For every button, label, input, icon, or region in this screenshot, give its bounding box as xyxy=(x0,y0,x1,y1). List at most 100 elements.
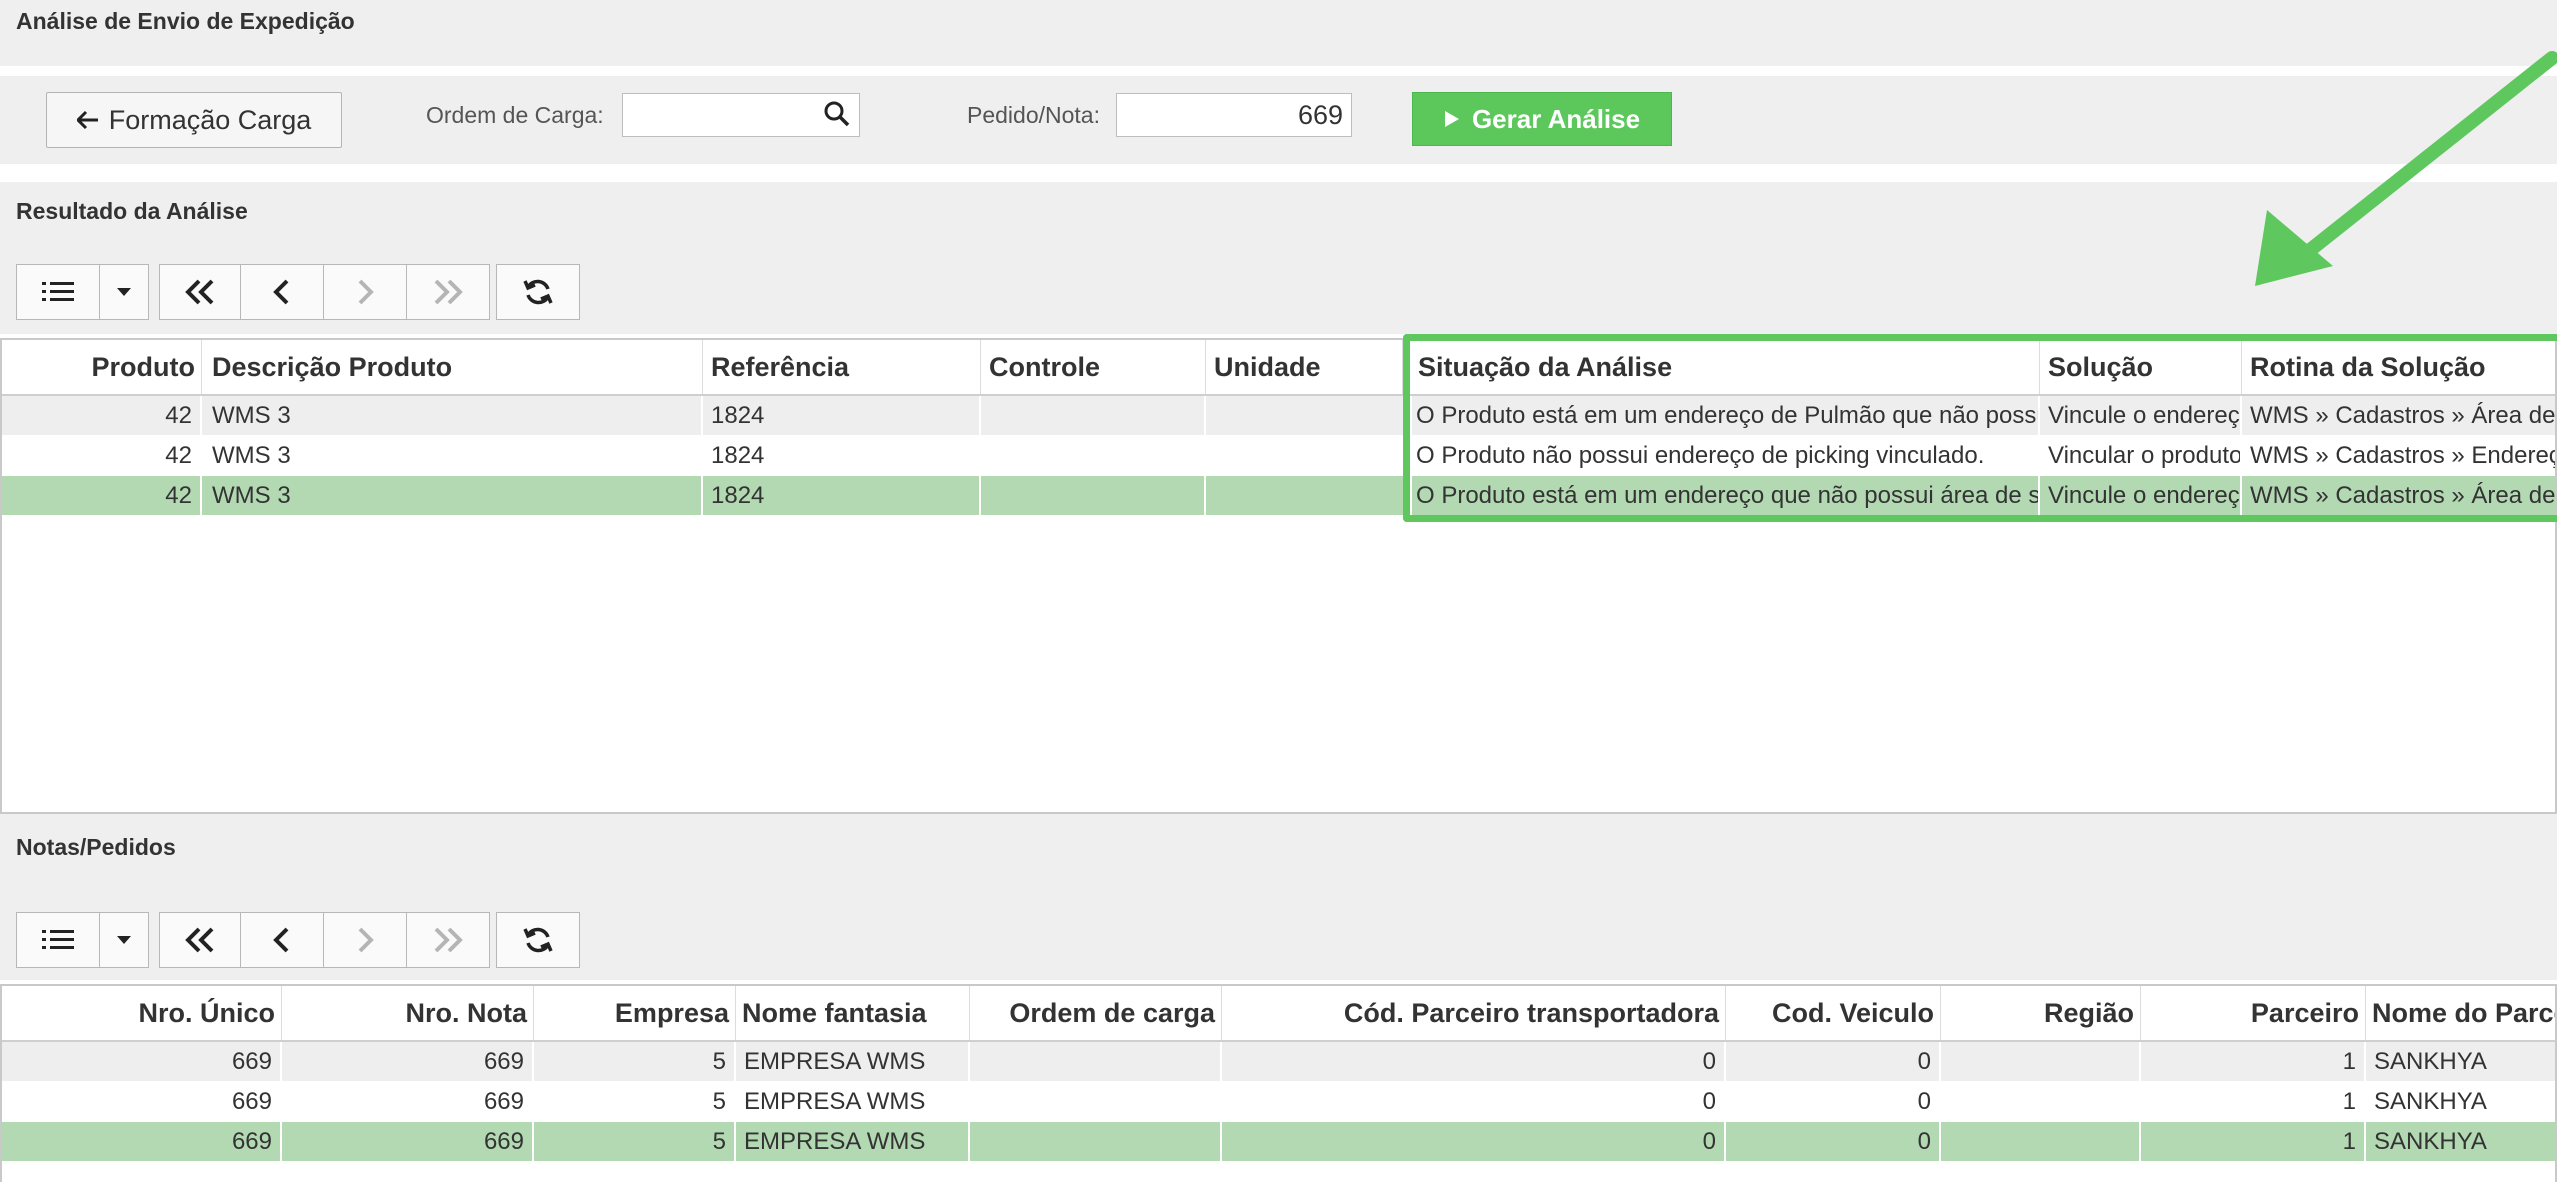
cell-unidade xyxy=(1206,476,1412,515)
col-header-rotina[interactable]: Rotina da Solução xyxy=(2242,340,2555,394)
next-page-button[interactable] xyxy=(323,264,407,320)
column-list-button[interactable] xyxy=(16,264,100,320)
first-page-icon xyxy=(185,927,214,953)
first-page-button[interactable] xyxy=(159,264,241,320)
col-header-empresa[interactable]: Empresa xyxy=(534,986,736,1040)
col-header-nome-fantasia[interactable]: Nome fantasia xyxy=(736,986,970,1040)
cell-cod-parceiro-transp: 0 xyxy=(1222,1082,1726,1121)
cell-cod-parceiro-transp: 0 xyxy=(1222,1042,1726,1081)
col-header-descricao[interactable]: Descrição Produto xyxy=(202,340,703,394)
cell-nro-unico: 669 xyxy=(2,1122,282,1161)
col-header-regiao[interactable]: Região xyxy=(1941,986,2141,1040)
caret-down-icon xyxy=(117,288,131,296)
search-icon[interactable] xyxy=(823,100,851,128)
previous-page-icon xyxy=(273,279,289,305)
last-page-icon xyxy=(434,927,463,953)
cell-nome-fantasia: EMPRESA WMS xyxy=(736,1122,970,1161)
col-header-situacao[interactable]: Situação da Análise xyxy=(1412,340,2040,394)
col-header-nro-unico[interactable]: Nro. Único xyxy=(2,986,282,1040)
orders-section-title: Notas/Pedidos xyxy=(16,834,176,860)
cell-empresa: 5 xyxy=(534,1122,736,1161)
cell-parceiro: 1 xyxy=(2141,1122,2366,1161)
cell-ordem-carga xyxy=(970,1122,1222,1161)
cell-controle xyxy=(981,396,1206,435)
list-icon xyxy=(42,282,74,301)
col-header-parceiro[interactable]: Parceiro xyxy=(2141,986,2366,1040)
table-row[interactable]: 42 WMS 3 1824 O Produto não possui ender… xyxy=(2,436,2555,475)
cell-nro-unico: 669 xyxy=(2,1042,282,1081)
pedido-nota-value: 669 xyxy=(1297,100,1343,130)
cell-solucao: Vincular o produto xyxy=(2040,436,2242,475)
column-list-dropdown[interactable] xyxy=(99,912,149,968)
refresh-button[interactable] xyxy=(496,912,580,968)
filter-bar: Formação Carga Ordem de Carga: Pedido/No… xyxy=(0,76,2557,164)
cell-regiao xyxy=(1941,1122,2141,1161)
ordem-carga-input[interactable] xyxy=(622,93,860,137)
column-list-button[interactable] xyxy=(16,912,100,968)
cell-cod-veiculo: 0 xyxy=(1726,1122,1941,1161)
cell-rotina: WMS » Cadastros » Área de xyxy=(2242,396,2555,435)
cell-situacao: O Produto está em um endereço de Pulmão … xyxy=(1412,396,2040,435)
col-header-cod-parceiro-transp[interactable]: Cód. Parceiro transportadora xyxy=(1222,986,1726,1040)
cell-controle xyxy=(981,476,1206,515)
table-row[interactable]: 42 WMS 3 1824 O Produto está em um ender… xyxy=(2,396,2555,435)
column-list-dropdown[interactable] xyxy=(99,264,149,320)
col-header-nome-parceiro[interactable]: Nome do Parceiro xyxy=(2366,986,2555,1040)
table-row-selected[interactable]: 42 WMS 3 1824 O Produto está em um ender… xyxy=(2,476,2555,515)
cell-rotina: WMS » Cadastros » Área de xyxy=(2242,476,2555,515)
cell-controle xyxy=(981,436,1206,475)
cell-empresa: 5 xyxy=(534,1082,736,1121)
cell-unidade xyxy=(1206,396,1412,435)
previous-page-button[interactable] xyxy=(240,264,324,320)
cell-descricao: WMS 3 xyxy=(202,476,703,515)
play-icon xyxy=(1444,111,1459,127)
list-icon xyxy=(42,930,74,949)
first-page-button[interactable] xyxy=(159,912,241,968)
cell-ordem-carga xyxy=(970,1082,1222,1121)
col-header-unidade[interactable]: Unidade xyxy=(1206,340,1403,394)
cell-nro-nota: 669 xyxy=(282,1042,534,1081)
pedido-nota-input[interactable]: 669 xyxy=(1116,93,1352,137)
last-page-button[interactable] xyxy=(406,912,490,968)
cell-descricao: WMS 3 xyxy=(202,396,703,435)
ordem-carga-label: Ordem de Carga: xyxy=(426,102,604,128)
cell-nome-parceiro: SANKHYA xyxy=(2366,1042,2555,1081)
cell-cod-parceiro-transp: 0 xyxy=(1222,1122,1726,1161)
cell-produto: 42 xyxy=(2,436,202,475)
refresh-button[interactable] xyxy=(496,264,580,320)
cell-rotina: WMS » Cadastros » Endereço xyxy=(2242,436,2555,475)
col-header-controle[interactable]: Controle xyxy=(981,340,1206,394)
table-row-selected[interactable]: 669 669 5 EMPRESA WMS 0 0 1 SANKHYA xyxy=(2,1122,2555,1161)
analysis-grid-header: Produto Descrição Produto Referência Con… xyxy=(2,340,2555,396)
cell-referencia: 1824 xyxy=(703,396,981,435)
table-row[interactable]: 669 669 5 EMPRESA WMS 0 0 1 SANKHYA xyxy=(2,1042,2555,1081)
refresh-icon xyxy=(523,927,553,953)
page-title: Análise de Envio de Expedição xyxy=(16,8,355,34)
next-page-button[interactable] xyxy=(323,912,407,968)
formacao-carga-label: Formação Carga xyxy=(108,104,312,135)
cell-ordem-carga xyxy=(970,1042,1222,1081)
col-header-cod-veiculo[interactable]: Cod. Veiculo xyxy=(1726,986,1941,1040)
formacao-carga-button[interactable]: Formação Carga xyxy=(46,92,342,148)
cell-nome-fantasia: EMPRESA WMS xyxy=(736,1042,970,1081)
cell-unidade xyxy=(1206,436,1412,475)
previous-page-button[interactable] xyxy=(240,912,324,968)
next-page-icon xyxy=(358,927,374,953)
col-header-solucao[interactable]: Solução xyxy=(2040,340,2242,394)
table-row[interactable]: 669 669 5 EMPRESA WMS 0 0 1 SANKHYA xyxy=(2,1082,2555,1121)
cell-regiao xyxy=(1941,1082,2141,1121)
gerar-analise-button[interactable]: Gerar Análise xyxy=(1412,92,1672,146)
cell-cod-veiculo: 0 xyxy=(1726,1082,1941,1121)
cell-situacao: O Produto não possui endereço de picking… xyxy=(1412,436,2040,475)
last-page-button[interactable] xyxy=(406,264,490,320)
cell-referencia: 1824 xyxy=(703,476,981,515)
orders-grid-header: Nro. Único Nro. Nota Empresa Nome fantas… xyxy=(2,986,2555,1042)
col-header-produto[interactable]: Produto xyxy=(2,340,202,394)
cell-cod-veiculo: 0 xyxy=(1726,1042,1941,1081)
caret-down-icon xyxy=(117,936,131,944)
col-header-ordem-carga[interactable]: Ordem de carga xyxy=(970,986,1222,1040)
col-header-nro-nota[interactable]: Nro. Nota xyxy=(282,986,534,1040)
col-header-referencia[interactable]: Referência xyxy=(703,340,981,394)
annotation-arrow-icon xyxy=(2255,51,2557,286)
cell-solucao: Vincule o endereço xyxy=(2040,476,2242,515)
